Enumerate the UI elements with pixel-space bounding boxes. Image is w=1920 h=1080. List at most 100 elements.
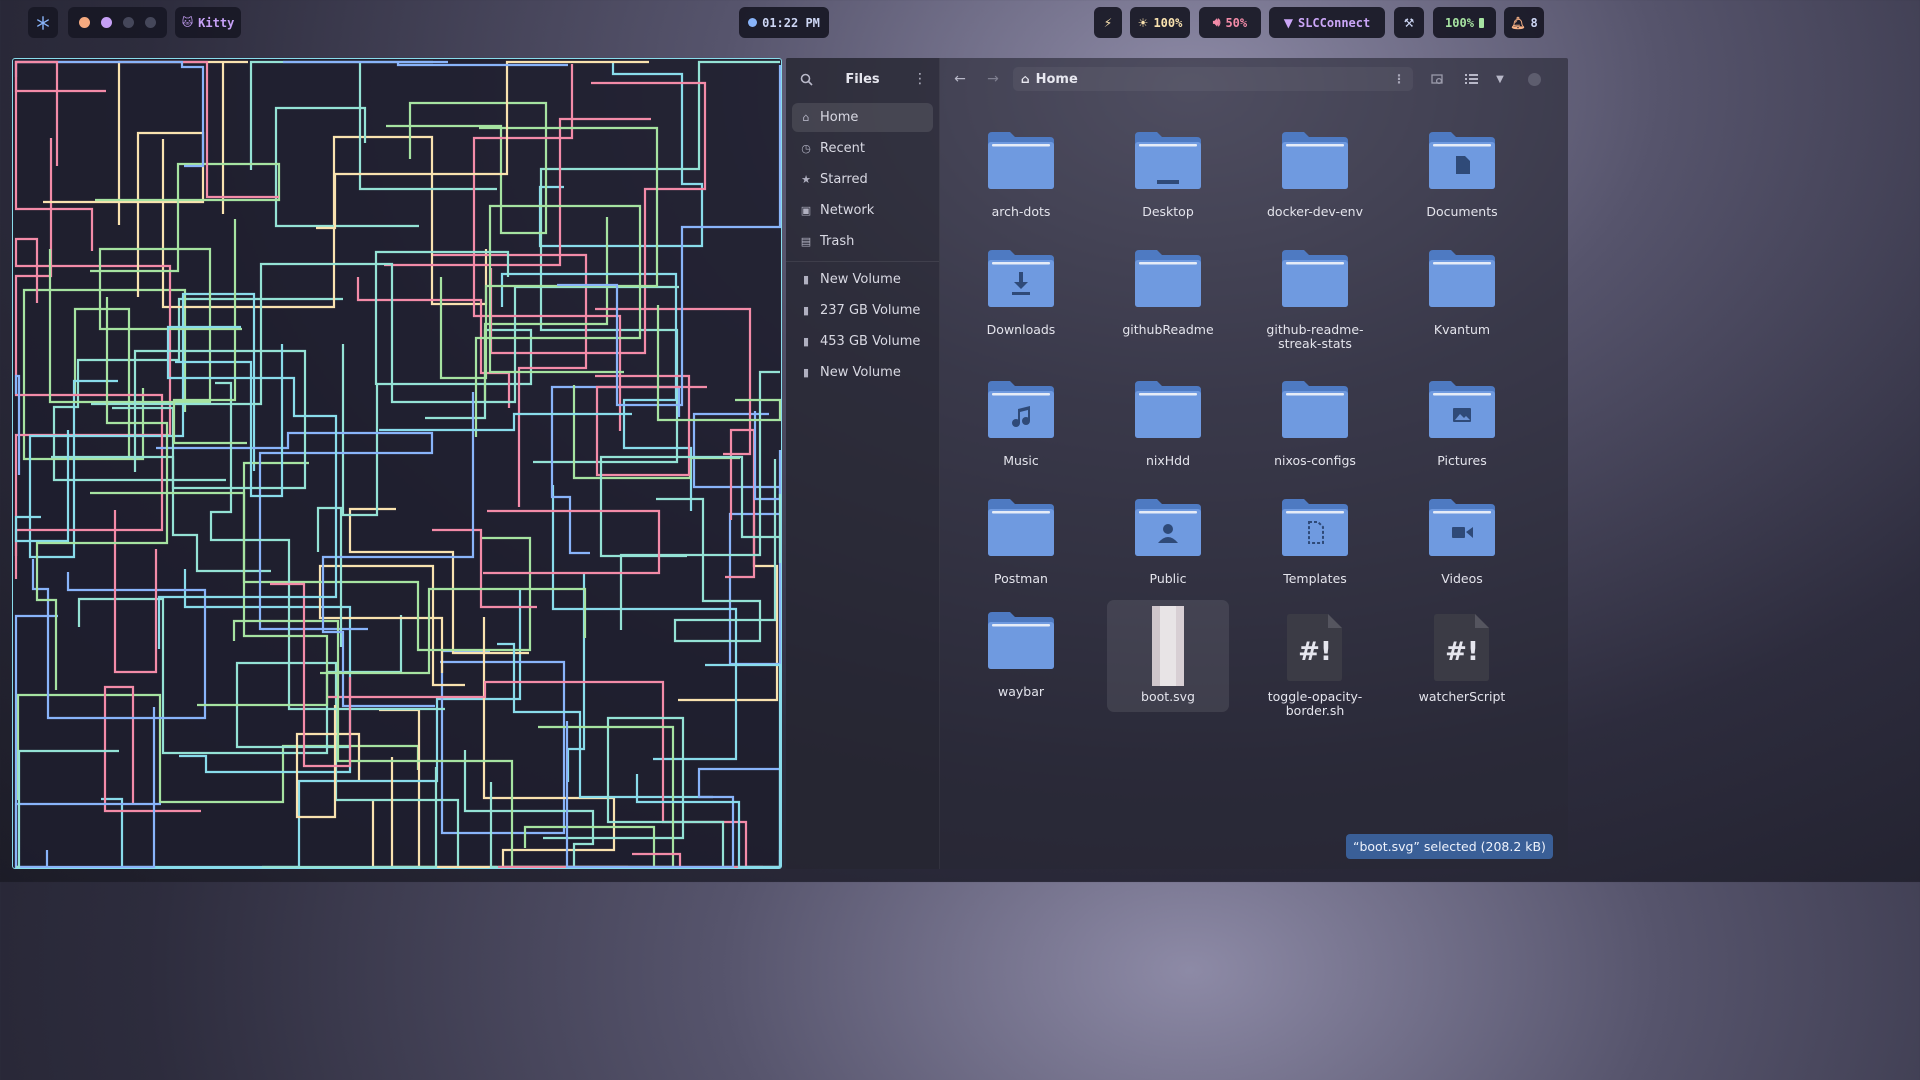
file-name-label: arch-dots [991,204,1051,219]
folder-videos[interactable]: Videos [1401,487,1523,599]
file-name-label: boot.svg [1141,689,1195,704]
path-menu-icon[interactable]: ⋮ [1393,72,1405,86]
folder-pictures[interactable]: Pictures [1401,369,1523,481]
pipe-segment [497,642,713,799]
network-indicator[interactable]: ▼︎ SLCConnect [1269,7,1385,38]
file-name-label: Music [1003,453,1039,468]
main-pane: ← → ⌂ Home ⋮ ▼ arch-dots Desktop docker-de… [940,58,1568,869]
clock[interactable]: 01:22 PM [739,7,829,38]
file-name-label: toggle-opacity-border.sh [1267,689,1363,718]
launcher-button[interactable] [28,7,58,38]
file-name-label: Documents [1426,204,1498,219]
workspace-2[interactable] [101,17,112,28]
folder-public[interactable]: Public [1107,487,1229,599]
sidebar-item-new-volume[interactable]: ▮ New Volume [792,265,933,294]
sidebar: Files ⋮ ⌂ Home ◷ Recent ★ Starred ▣ Network ▤ Tra… [786,58,940,869]
file-name-label: Pictures [1437,453,1487,468]
file-manager-window: Files ⋮ ⌂ Home ◷ Recent ★ Starred ▣ Network ▤ Tra… [786,58,1568,869]
folder-documents[interactable]: Documents [1401,120,1523,232]
sidebar-item-label: Trash [820,234,855,249]
sidebar-divider [786,261,939,262]
list-view-icon [1464,74,1478,84]
brightness-value: 100% [1153,15,1183,30]
battery-indicator[interactable]: 100% [1433,7,1496,38]
file-toggle-opacity-border-sh[interactable]: #! toggle-opacity-border.sh [1254,600,1376,718]
folder-icon [1429,248,1495,308]
volume-indicator[interactable]: 🔊︎ 50% [1199,7,1261,38]
file-name-label: githubReadme [1122,322,1214,337]
forward-button[interactable]: → [983,69,1003,89]
arrow-left-icon: ← [954,71,966,87]
folder-icon [1282,130,1348,190]
folder-icon [1429,130,1495,190]
pipe-segment [316,60,649,230]
image-file-icon [1135,606,1201,686]
status-text: “boot.svg” selected (208.2 kB) [1353,839,1546,854]
back-button[interactable]: ← [950,69,970,89]
sidebar-item-label: 453 GB Volume [820,334,921,349]
window-close-button[interactable] [1524,69,1544,89]
tools-button[interactable]: ⚒︎ [1394,7,1424,38]
network-name: SLCConnect [1297,15,1371,30]
workspace-3[interactable] [123,17,134,28]
folder-icon [1135,130,1201,190]
folder-kvantum[interactable]: Kvantum [1401,238,1523,350]
sidebar-item-starred[interactable]: ★ Starred [792,165,933,194]
notifications-indicator[interactable]: 🔔︎ 8 [1504,7,1544,38]
path-bar[interactable]: ⌂ Home ⋮ [1013,67,1413,91]
sidebar-item-label: Home [820,110,859,125]
sidebar-item-new-volume[interactable]: ▮ New Volume [792,358,933,387]
folder-arch-dots[interactable]: arch-dots [960,120,1082,232]
pipe-segment [498,852,780,868]
sidebar-item-recent[interactable]: ◷ Recent [792,134,933,163]
pipe-segment [379,412,632,432]
folder-github-readme-streak-stats[interactable]: github-readme-streak-stats [1254,238,1376,351]
folder-desktop[interactable]: Desktop [1107,120,1229,232]
folder-postman[interactable]: Postman [960,487,1082,599]
sidebar-item-237-gb-volume[interactable]: ▮ 237 GB Volume [792,296,933,325]
folder-icon [1135,497,1201,557]
folder-githubreadme[interactable]: githubReadme [1107,238,1229,350]
view-options-button[interactable]: ▼ [1490,69,1510,89]
search-location-button[interactable] [1427,69,1447,89]
clock-icon: ◷ [801,142,811,155]
drive-icon: ▮ [802,304,810,317]
folder-templates[interactable]: Templates [1254,487,1376,599]
path-label: Home [1035,71,1078,87]
pipe-segment [566,574,586,782]
active-window[interactable]: 🐱︎ Kitty [175,7,241,38]
sidebar-item-label: Recent [820,141,865,156]
folder-nixos-configs[interactable]: nixos-configs [1254,369,1376,481]
brightness-indicator[interactable]: ☀︎ 100% [1130,7,1190,38]
view-list-button[interactable] [1461,69,1481,89]
sidebar-item-453-gb-volume[interactable]: ▮ 453 GB Volume [792,327,933,356]
power-button[interactable]: ⚡︎ [1094,7,1122,38]
workspace-1[interactable] [79,17,90,28]
pipe-segment [384,117,651,267]
main-menu-button[interactable]: ⋮ [910,69,930,89]
terminal-window[interactable] [12,58,782,869]
file-boot-svg[interactable]: boot.svg [1107,600,1229,712]
wifi-icon: ▼︎ [1283,15,1293,30]
folder-waybar[interactable]: waybar [960,600,1082,712]
file-name-label: Templates [1283,571,1347,586]
file-watcherscript[interactable]: #! watcherScript [1401,600,1523,712]
script-file-icon: #! [1282,612,1348,682]
pipe-segment [14,802,161,868]
pipe-segment [321,392,475,708]
workspace-4[interactable] [145,17,156,28]
home-icon: ⌂ [1021,72,1030,86]
folder-music[interactable]: Music [960,369,1082,481]
sidebar-item-home[interactable]: ⌂ Home [792,103,933,132]
pipe-segment [538,62,704,248]
volume-value: 50% [1225,15,1248,30]
pipe-segment [112,349,307,490]
file-name-label: nixos-configs [1274,453,1356,468]
status-toast: “boot.svg” selected (208.2 kB) [1346,834,1553,859]
folder-docker-dev-env[interactable]: docker-dev-env [1254,120,1376,232]
folder-nixhdd[interactable]: nixHdd [1107,369,1229,481]
sidebar-item-trash[interactable]: ▤ Trash [792,227,933,256]
pipe-segment [489,81,707,355]
sidebar-item-network[interactable]: ▣ Network [792,196,933,225]
folder-downloads[interactable]: Downloads [960,238,1082,350]
